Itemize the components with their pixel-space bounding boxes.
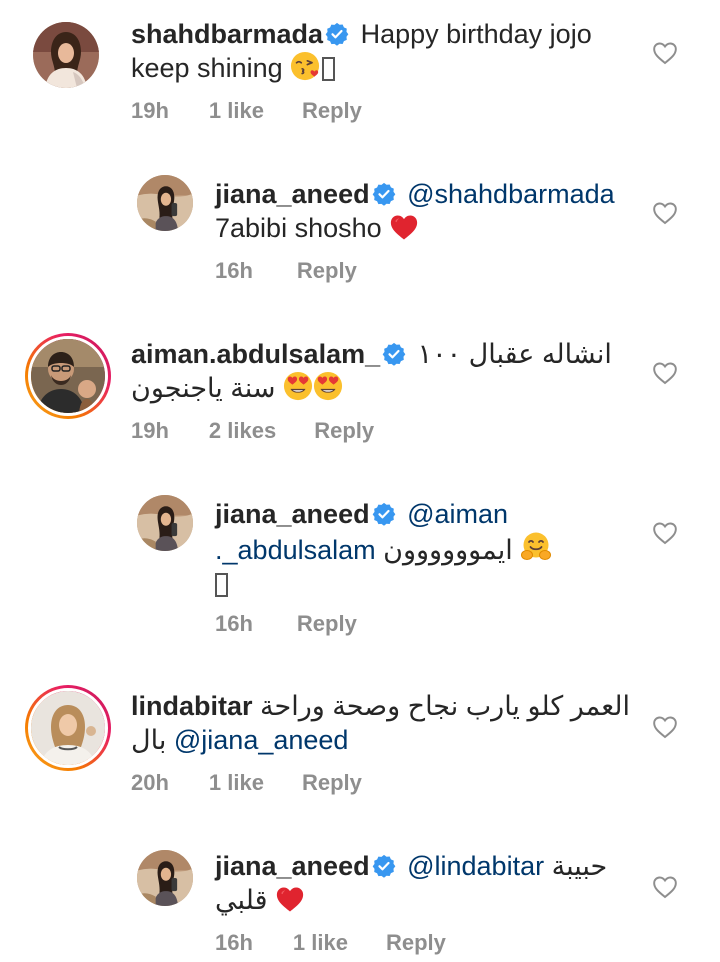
avatar-image [137,175,193,231]
comment-reply: jiana_aneed @shahdbarmada 7abibi shosho … [0,160,720,310]
reply-button[interactable]: Reply [297,258,357,284]
avatar-image [31,339,105,413]
red-heart-icon [389,213,419,241]
username[interactable]: jiana_aneed [215,499,370,529]
likes-count[interactable]: 2 likes [209,418,276,444]
missing-glyph-icon [322,57,336,81]
avatar[interactable] [33,22,99,88]
comment-time: 16h [215,930,253,955]
comment-text: Happy birthday jojo [360,19,592,49]
avatar-story-ring[interactable] [25,685,111,771]
username[interactable]: jiana_aneed [215,179,370,209]
avatar-image [31,691,105,765]
comment-item: lindabitar العمر كلو يارب نجاح وصحة وراح… [0,675,720,825]
comment-text-cont: بال [131,725,167,755]
avatar-image [137,850,193,906]
mention-link[interactable]: @jiana_aneed [174,725,349,755]
missing-glyph-icon [215,573,228,597]
reply-button[interactable]: Reply [302,770,362,796]
verified-badge-icon [382,342,406,366]
reply-button[interactable]: Reply [386,930,446,956]
like-heart-icon[interactable] [652,521,678,545]
comment-text: 7abibi shosho [215,213,382,243]
like-heart-icon[interactable] [652,715,678,739]
avatar[interactable] [137,495,193,551]
face-blowing-kiss-icon [290,51,320,81]
heart-eyes-icon [283,371,313,401]
username[interactable]: lindabitar [131,691,253,721]
likes-count[interactable]: 1 like [293,930,348,956]
like-heart-icon[interactable] [652,41,678,65]
comment-time: 19h [131,418,169,443]
comment-time: 20h [131,770,169,795]
comment-reply: jiana_aneed @aiman abdulsalam_. ايمووووو… [0,480,720,660]
comment-time: 19h [131,98,169,123]
heart-eyes-icon [313,371,343,401]
comment-item: aiman.abdulsalam_ انشاله عقبال ١٠٠ سنة ي… [0,325,720,475]
like-heart-icon[interactable] [652,361,678,385]
mention-link-cont[interactable]: abdulsalam_. [215,535,376,565]
mention-link[interactable]: @aiman [407,499,508,529]
verified-badge-icon [372,502,396,526]
comment-text: العمر كلو يارب نجاح وصحة وراحة [260,691,630,721]
username[interactable]: shahdbarmada [131,19,323,49]
mention-link[interactable]: @shahdbarmada [407,179,615,209]
comment-reply: jiana_aneed @lindabitar حبيبة قلبي 16h 1… [0,835,720,962]
verified-badge-icon [372,854,396,878]
comment-text: ايموووووون [383,535,513,565]
verified-badge-icon [372,182,396,206]
verified-badge-icon [325,22,349,46]
comment-text: انشاله عقبال ١٠٠ [417,339,612,369]
avatar[interactable] [137,175,193,231]
comment-time: 16h [215,611,253,636]
avatar-image [137,495,193,551]
avatar[interactable] [137,850,193,906]
username[interactable]: aiman.abdulsalam_ [131,339,380,369]
avatar-image [33,22,99,88]
reply-button[interactable]: Reply [297,611,357,637]
comment-time: 16h [215,258,253,283]
comment-text-cont: keep shining [131,53,283,83]
likes-count[interactable]: 1 like [209,98,264,124]
reply-button[interactable]: Reply [314,418,374,444]
comment-text-cont: سنة ياجنجون [131,373,276,403]
red-heart-icon [275,885,305,913]
reply-button[interactable]: Reply [302,98,362,124]
like-heart-icon[interactable] [652,875,678,899]
comment-text-cont: قلبي [215,885,268,915]
username[interactable]: jiana_aneed [215,851,370,881]
avatar-story-ring[interactable] [25,333,111,419]
hugging-face-icon [520,531,552,563]
like-heart-icon[interactable] [652,201,678,225]
comment-text: حبيبة [551,851,608,881]
comment-item: shahdbarmada Happy birthday jojo keep sh… [0,0,720,150]
mention-link[interactable]: @lindabitar [407,851,544,881]
likes-count[interactable]: 1 like [209,770,264,796]
